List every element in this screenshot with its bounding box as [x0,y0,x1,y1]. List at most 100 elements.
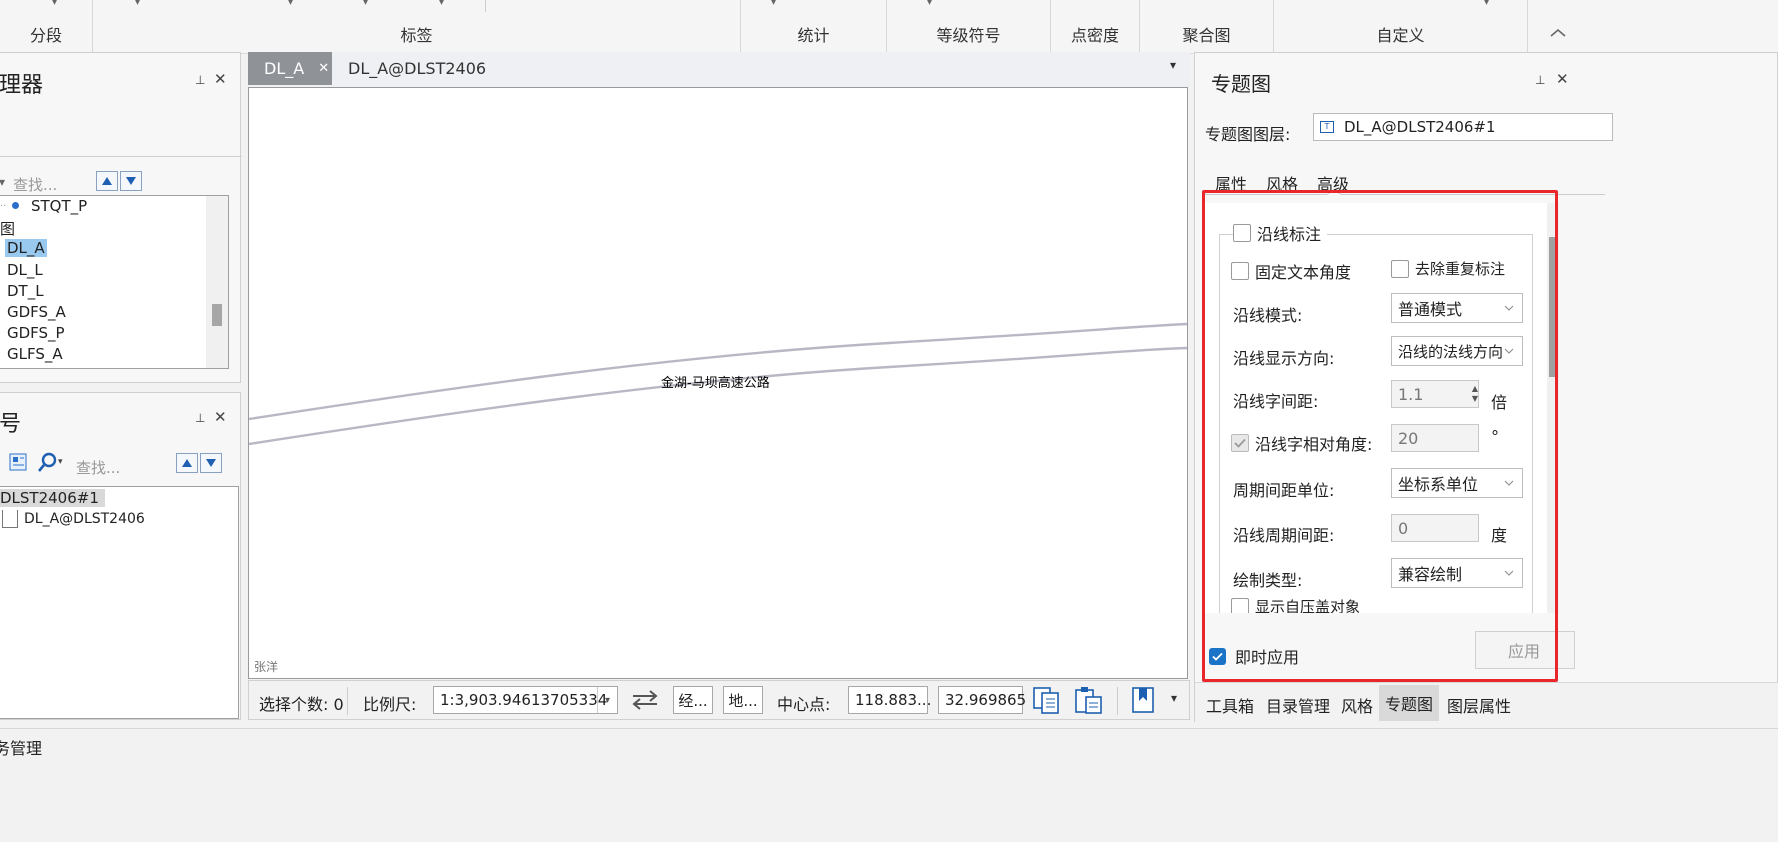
center-y-input[interactable]: 32.969865 [938,686,1027,714]
chevron-down-icon[interactable]: ▾ [927,0,932,8]
ribbon-group-label-tools[interactable]: ▾ ▾ ▾ ▾ 标签 [93,0,741,54]
ribbon-group-stats[interactable]: ▾ 统计 [741,0,887,54]
chevron-down-icon[interactable]: ▾ [1484,0,1489,8]
copy-icon[interactable] [1031,685,1063,715]
ribbon: ▾ 分段 ▾ ▾ ▾ ▾ 标签 ▾ 统计 ▾ 等级符号 点密度 聚合图 ▾ 自定… [0,0,1778,54]
tree-item[interactable]: DT_L [7,282,44,300]
chevron-down-icon[interactable]: ▾ [363,0,368,8]
chevron-down-icon[interactable]: ▾ [135,0,140,8]
highlight-box [1202,190,1558,682]
chevron-down-icon[interactable]: ▾ [771,0,776,8]
search-input[interactable]: 查找... [13,174,57,195]
arrow-up-icon [102,177,112,185]
layer-select[interactable]: T DL_A@DLST2406#1 [1313,113,1613,141]
region-layer-icon [2,510,18,528]
tree-item[interactable]: DL_L [7,261,43,279]
scale-input[interactable]: 1:3,903.94613705334 [433,686,618,714]
center-label: 中心点: [777,695,831,714]
close-icon[interactable]: ✕ [1556,70,1569,88]
ribbon-group-label: 点密度 [1070,26,1119,45]
move-up-button[interactable] [176,453,198,473]
center-x-input[interactable]: 118.883... [848,686,931,714]
map-button[interactable]: 地... [723,686,763,714]
tree-item[interactable]: STQT_P [31,197,87,215]
panel-title: 专题图 [1211,72,1271,96]
ribbon-group-dot-density[interactable]: 点密度 [1051,0,1140,54]
map-view[interactable]: 金湖-马坝高速公路 张洋 [248,87,1188,679]
ribbon-group-segment[interactable]: ▾ 分段 [0,0,93,54]
chevron-down-icon[interactable]: ▾ [288,0,293,8]
collapse-ribbon-icon[interactable] [1548,26,1568,40]
tree-item[interactable]: GDFS_P [7,324,65,342]
divider [0,156,242,157]
close-icon[interactable]: ✕ [214,408,227,426]
pin-icon[interactable]: ⊥ [195,73,205,87]
search-icon[interactable] [37,451,59,473]
tree-item-selected[interactable]: DLST2406#1 [0,489,105,507]
chevron-down-icon[interactable]: ▾ [597,687,617,713]
tab-list-dropdown-icon[interactable]: ▾ [1170,58,1176,72]
tab-toolbox[interactable]: 工具箱 [1206,693,1254,717]
scale-value: 1:3,903.94613705334 [440,691,608,709]
search-input[interactable]: 查找... [76,457,120,478]
paste-icon[interactable] [1073,685,1105,715]
select-count: 选择个数: 0 [259,695,344,714]
arrow-up-icon [182,459,192,467]
tab-dl-a-dlst2406[interactable]: DL_A@DLST2406 [348,59,486,78]
tab-dl-a[interactable]: DL_A ✕ [248,52,332,85]
chevron-down-icon[interactable]: ▾ [58,457,63,467]
scrollbar[interactable] [206,196,228,368]
move-down-button[interactable] [120,171,142,191]
scrollbar-thumb[interactable] [212,304,222,326]
ribbon-group-label: 聚合图 [1182,26,1231,45]
ribbon-group-graduated[interactable]: ▾ 等级符号 [887,0,1051,54]
road-label: 金湖-马坝高速公路 [661,376,770,391]
tree-item[interactable]: GLFS_A [7,345,63,363]
arrow-down-icon [206,459,216,467]
ribbon-group-label: 等级符号 [936,26,1001,45]
chevron-down-icon[interactable]: ▾ [0,175,5,189]
divider [1117,687,1118,715]
pin-icon[interactable]: ⊥ [1535,73,1545,87]
close-icon[interactable]: ✕ [318,61,329,76]
text-layer-icon: T [1320,121,1334,133]
tree-item[interactable]: GDFS_A [7,303,66,321]
divider [485,0,486,12]
move-up-button[interactable] [96,171,118,191]
layout-icon[interactable] [9,453,27,471]
swap-icon[interactable] [631,689,659,711]
chevron-down-icon[interactable]: ▾ [439,0,444,8]
tree-item[interactable]: DL_A@DLST2406 [24,511,145,527]
symbol-panel: 号 ⊥ ✕ ▾ 查找... DLST2406#1 DL_A@DLST2406 [0,392,241,720]
chevron-down-icon[interactable]: ▾ [52,0,57,8]
ribbon-group-label: 统计 [797,26,830,45]
tab-thematic-active[interactable]: 专题图 [1379,685,1439,721]
layer-tree[interactable]: ·· STQT_P 图 DL_A DL_L DT_L GDFS_A GDFS_P… [0,195,229,369]
ribbon-group-label: 自定义 [1376,26,1425,45]
chevron-down-icon[interactable]: ▾ [1171,691,1177,705]
divider [347,687,348,715]
tab-layer-properties[interactable]: 图层属性 [1447,693,1511,717]
pin-icon[interactable]: ⊥ [195,411,205,425]
tab-catalog[interactable]: 目录管理 [1266,693,1330,717]
panel-title: 号 [0,412,22,437]
theme-tree[interactable]: DLST2406#1 DL_A@DLST2406 [0,486,239,719]
tree-connector: ·· [0,201,7,212]
ribbon-group-aggregation[interactable]: 聚合图 [1140,0,1274,54]
tree-item[interactable]: 图 [0,218,15,239]
document-tabs: DL_A ✕ DL_A@DLST2406 ▾ [248,52,1190,87]
arrow-down-icon [126,177,136,185]
tree-item-selected[interactable]: DL_A [5,239,47,257]
bookmark-icon[interactable] [1129,685,1157,715]
ribbon-group-custom[interactable]: ▾ 自定义 [1274,0,1528,54]
bottom-strip: 务管理 [0,728,1778,842]
layer-value: DL_A@DLST2406#1 [1344,118,1496,136]
tab-style[interactable]: 风格 [1341,693,1373,717]
ribbon-group-label: 分段 [29,26,62,45]
coordinate-system-button[interactable]: 经... [673,686,713,714]
bottom-strip-label: 务管理 [0,739,43,758]
move-down-button[interactable] [200,453,222,473]
center-y-value: 32.969865 [945,691,1027,709]
ribbon-group-label: 标签 [400,26,433,45]
close-icon[interactable]: ✕ [214,70,227,88]
